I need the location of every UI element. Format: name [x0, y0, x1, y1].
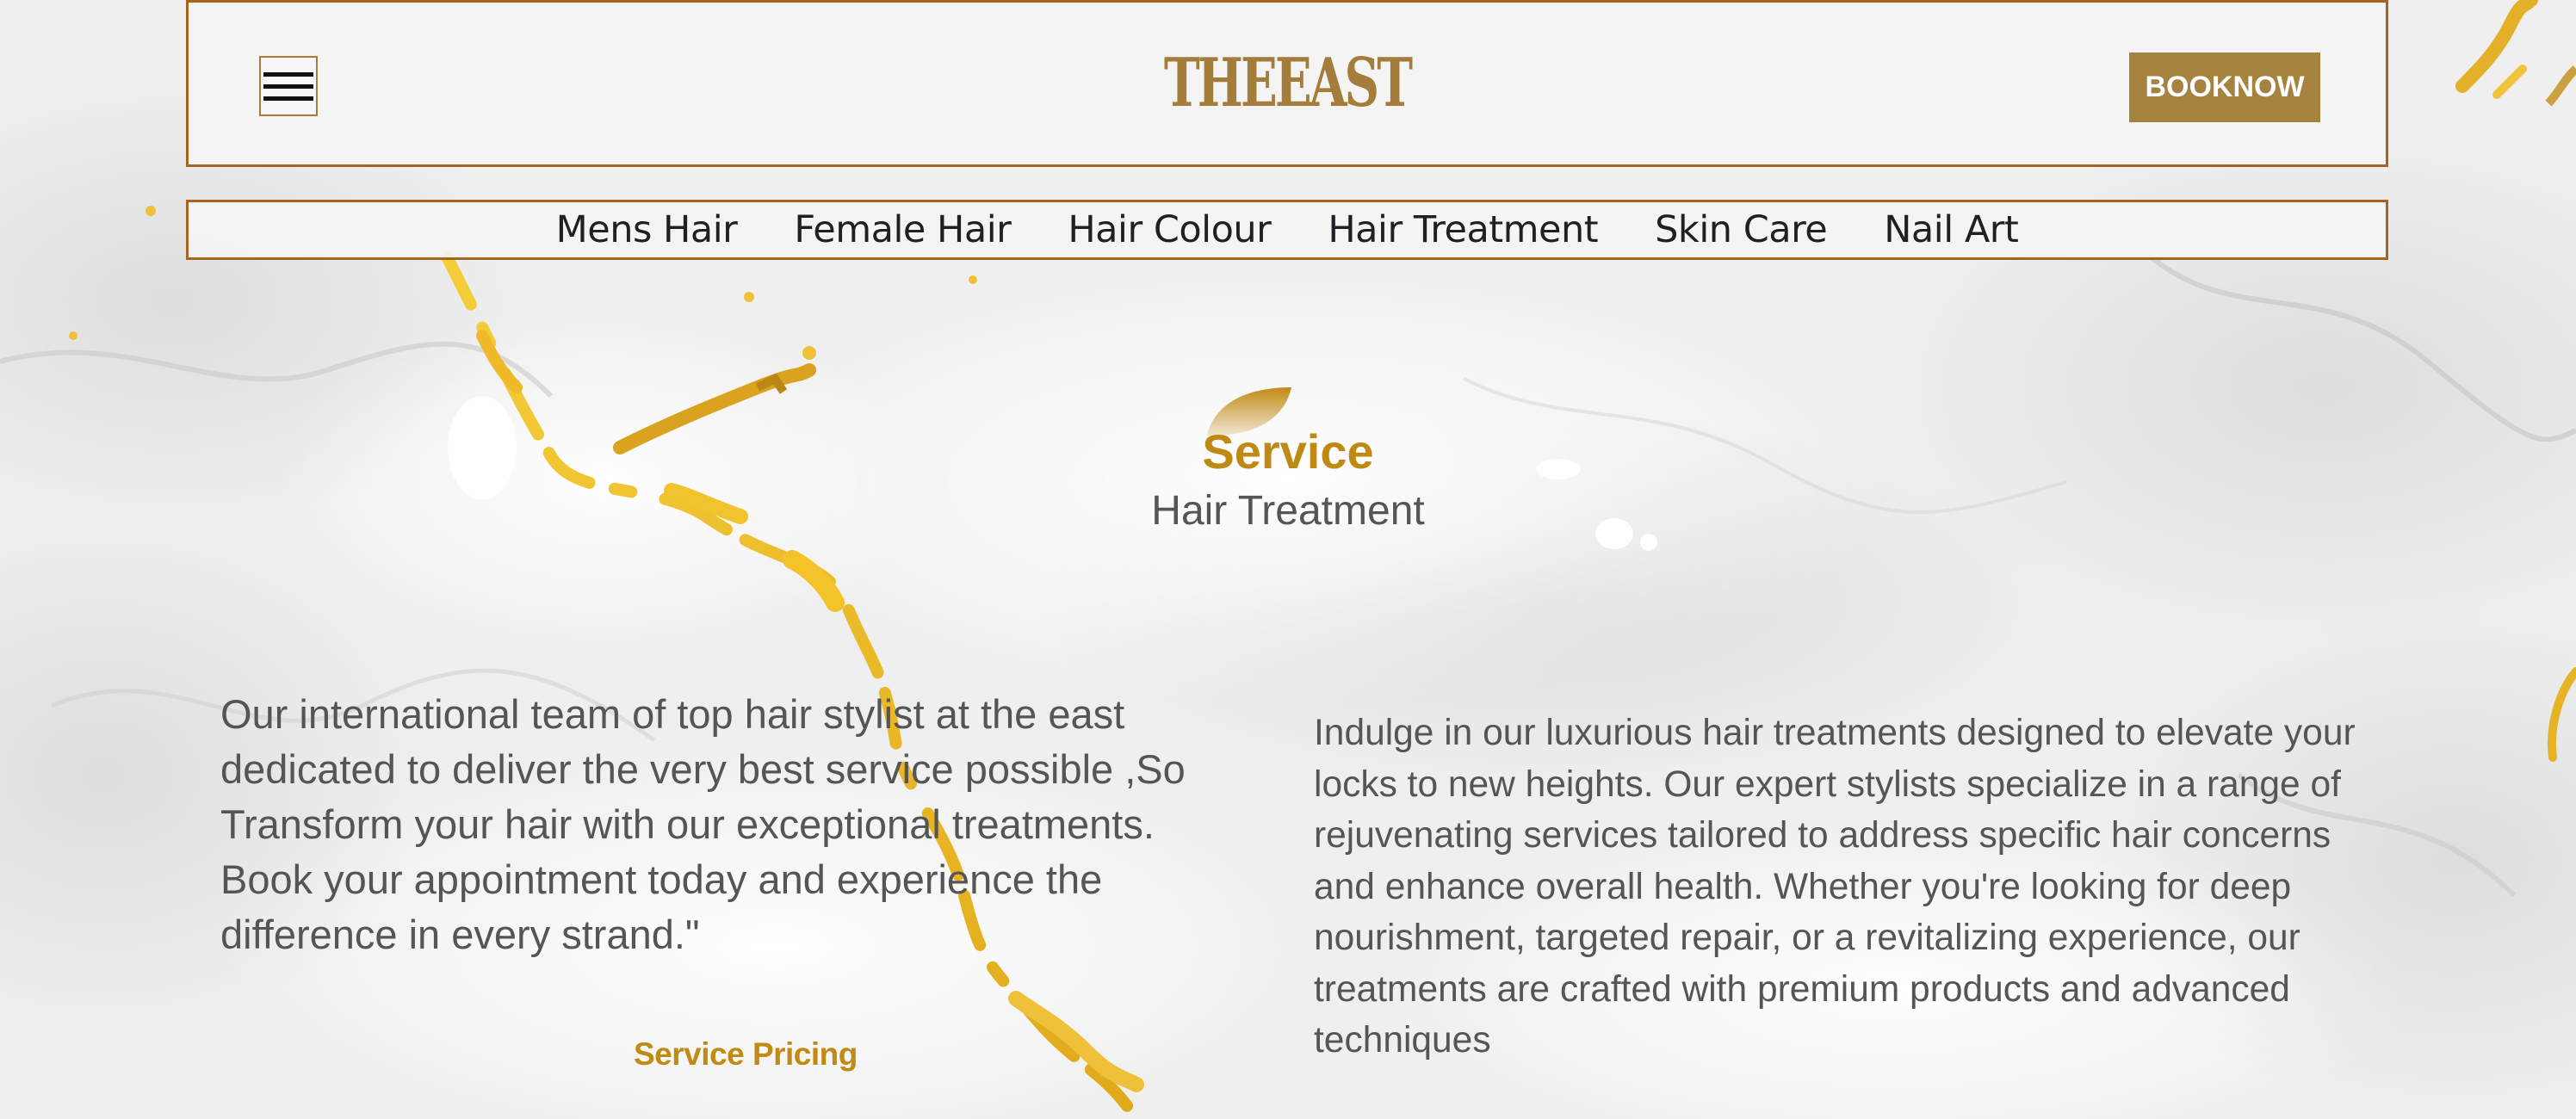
service-nav: Mens Hair Female Hair Hair Colour Hair T… [186, 200, 2388, 260]
section-title: Service [1202, 424, 1374, 479]
book-now-button[interactable]: BOOKNOW [2129, 53, 2320, 122]
intro-paragraph: Our international team of top hair styli… [220, 691, 1186, 957]
nav-item-hair-treatment[interactable]: Hair Treatment [1328, 208, 1598, 251]
nav-item-female-hair[interactable]: Female Hair [794, 208, 1011, 251]
service-pricing-link[interactable]: Service Pricing [634, 1036, 858, 1073]
nav-item-mens-hair[interactable]: Mens Hair [556, 208, 738, 251]
treatment-description: Indulge in our luxurious hair treatments… [1314, 713, 2356, 1060]
site-logo[interactable]: THEEAST [496, 44, 2078, 122]
section-subtitle: Hair Treatment [1151, 488, 1425, 534]
nav-item-nail-art[interactable]: Nail Art [1884, 208, 2019, 251]
menu-bar [263, 96, 313, 101]
nav-item-hair-colour[interactable]: Hair Colour [1068, 208, 1272, 251]
menu-bar [263, 71, 313, 77]
hamburger-menu-icon[interactable] [259, 56, 318, 116]
site-header: THEEAST BOOKNOW [186, 0, 2388, 167]
nav-item-skin-care[interactable]: Skin Care [1655, 208, 1828, 251]
menu-bar [263, 83, 313, 89]
